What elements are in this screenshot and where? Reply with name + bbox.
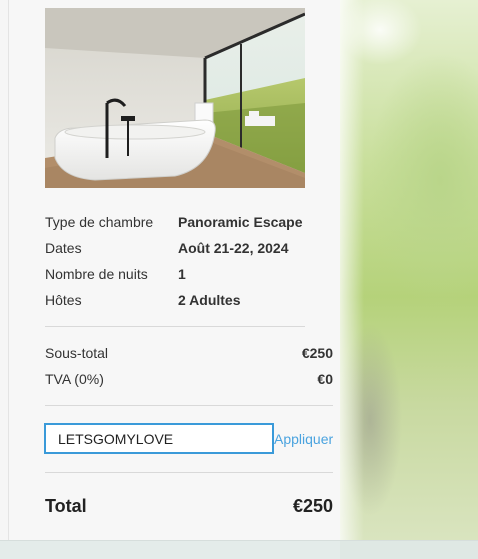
- tax-label: TVA (0%): [45, 371, 104, 387]
- background-photo-blurred: [340, 0, 478, 540]
- subtotal-label: Sous-total: [45, 345, 109, 361]
- dates-value: Août 21-22, 2024: [178, 240, 289, 256]
- room-type-label: Type de chambre: [45, 214, 154, 230]
- bottom-bar-segment: [340, 541, 478, 559]
- room-photo: [45, 8, 305, 188]
- room-photo-illustration: [45, 8, 305, 188]
- guests-value: 2 Adultes: [178, 292, 241, 308]
- nights-label: Nombre de nuits: [45, 266, 148, 282]
- page-left-edge: [0, 0, 9, 540]
- room-type-value: Panoramic Escape: [178, 214, 303, 230]
- divider: [45, 326, 305, 327]
- guests-label: Hôtes: [45, 292, 82, 308]
- subtotal-value: €250: [301, 345, 333, 361]
- total-label: Total: [45, 496, 87, 516]
- apply-promo-link[interactable]: Appliquer: [274, 431, 333, 447]
- bottom-bar: [0, 540, 478, 559]
- divider: [45, 405, 333, 406]
- nights-value: 1: [178, 266, 186, 282]
- dates-label: Dates: [45, 240, 82, 256]
- tax-value: €0: [317, 371, 333, 387]
- promo-code-input[interactable]: [44, 423, 274, 454]
- total-value: €250: [292, 496, 333, 516]
- divider: [45, 472, 333, 473]
